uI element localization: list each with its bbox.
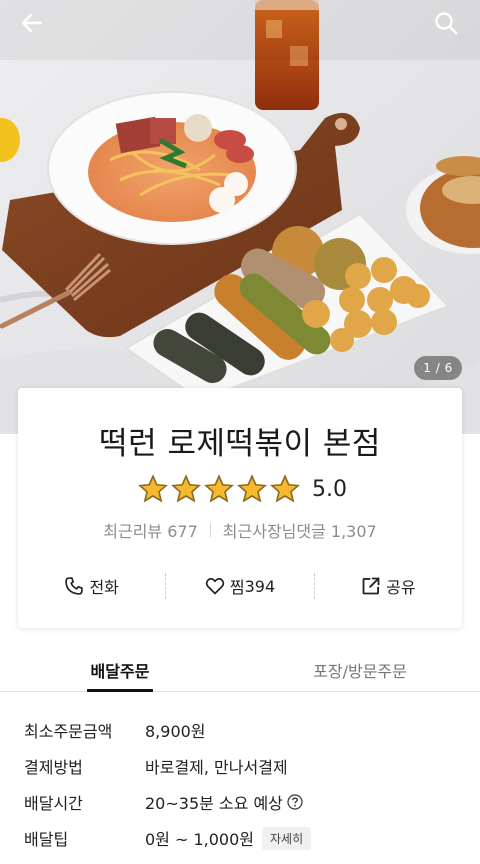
call-label: 전화 [89,578,119,597]
min-order-row: 최소주문금액 8,900원 [24,712,464,748]
payment-row: 결제방법 바로결제, 만나서결제 [24,748,464,784]
search-icon [435,12,458,35]
tab-takeout-order[interactable]: 포장/방문주문 [240,644,480,691]
favorite-count: 394 [244,576,276,596]
back-button[interactable] [12,6,52,40]
owner-reply-count[interactable]: 최근사장님댓글 1,307 [223,518,377,542]
help-icon[interactable] [287,794,303,810]
delivery-tip-value-wrap: 0원 ~ 1,000원 자세히 [145,826,312,850]
tab-label: 포장/방문주문 [313,662,407,681]
favorite-button[interactable]: 찜 394 [166,560,313,612]
share-icon [362,577,380,595]
tab-delivery-order[interactable]: 배달주문 [0,644,240,692]
tip-detail-button[interactable]: 자세히 [262,826,312,850]
min-order-value: 8,900원 [145,722,206,741]
image-counter: 1 / 6 [414,356,462,380]
call-button[interactable]: 전화 [18,560,165,612]
store-stats: 최근리뷰 677 최근사장님댓글 1,307 [18,518,462,542]
delivery-info: 최소주문금액 8,900원 결제방법 바로결제, 만나서결제 배달시간 20~3… [24,712,464,856]
favorite-label: 찜 [229,578,245,597]
delivery-tip-label: 배달팁 [24,830,69,849]
order-type-tabs: 배달주문 포장/방문주문 [0,644,480,692]
rating-stars: 5.0 [138,474,347,504]
payment-value: 바로결제, 만나서결제 [145,758,288,777]
delivery-time-row: 배달시간 20~35분 소요 예상 [24,784,464,820]
share-label: 공유 [386,578,416,597]
rating-value: 5.0 [312,476,347,502]
delivery-time-value-wrap: 20~35분 소요 예상 [145,790,303,814]
tab-label: 배달주문 [90,662,150,681]
star-icon [138,474,168,503]
phone-icon [65,577,84,595]
arrow-left-icon [21,13,43,33]
heart-icon [205,578,225,595]
delivery-tip-row: 배달팁 0원 ~ 1,000원 자세히 [24,820,464,856]
store-name: 떡런 로제떡볶이 본점 [99,426,381,462]
star-icon [171,474,201,503]
active-tab-indicator [87,689,153,692]
store-hero-image[interactable]: 1 / 6 [0,0,480,434]
delivery-tip-value: 0원 ~ 1,000원 [145,830,255,849]
search-button[interactable] [426,6,466,40]
stats-divider [209,523,211,537]
min-order-label: 최소주문금액 [24,722,113,741]
delivery-time-value: 20~35분 소요 예상 [145,794,283,813]
payment-label: 결제방법 [24,758,83,777]
star-icon [204,474,234,503]
recent-review-count[interactable]: 최근리뷰 677 [103,518,198,542]
store-info-card: 떡런 로제떡볶이 본점 5.0 최근리뷰 677 최근사장님댓글 1,307 전… [18,388,462,628]
star-icon [237,474,267,503]
food-photo [0,0,480,434]
store-actions: 전화 찜 394 공유 [18,560,462,612]
star-icon [270,474,300,503]
delivery-time-label: 배달시간 [24,794,83,813]
share-button[interactable]: 공유 [315,560,462,612]
